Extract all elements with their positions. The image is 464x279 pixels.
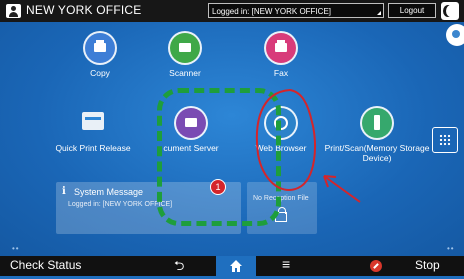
check-status-button[interactable]: Check Status [10,258,81,272]
home-button[interactable] [216,256,256,276]
stop-icon[interactable] [370,260,382,272]
top-bar: NEW YORK OFFICE Logged in: [NEW YORK OFF… [0,0,464,22]
app-scanner[interactable]: Scanner [130,33,240,78]
login-status-field[interactable]: Logged in: [NEW YORK OFFICE] [208,3,384,18]
scanner-icon [170,33,200,63]
corner-arrow-icon [377,11,381,15]
app-quick-print-release[interactable]: Quick Print Release [38,108,148,153]
login-status-text: Logged in: [NEW YORK OFFICE] [212,7,332,16]
page-indicator-right: •• [447,244,455,253]
app-fax[interactable]: Fax [226,33,336,78]
home-screen: Copy Scanner Fax Quick Print Release cum… [0,22,464,256]
system-message-title: System Message [74,187,144,197]
annotation-circle-arrow [255,88,361,203]
settings-shortcut-icon[interactable] [446,24,464,46]
office-name: NEW YORK OFFICE [26,3,142,17]
fax-icon [266,33,296,63]
menu-icon[interactable]: ≡ [282,256,290,272]
bottom-bar: Check Status ⮌ ≡ Stop [0,256,464,276]
app-list-button[interactable] [432,127,458,153]
usb-icon [362,108,392,138]
annotation-badge: 1 [210,179,226,195]
moon-icon[interactable] [441,2,459,20]
logout-button[interactable]: Logout [388,3,436,18]
home-icon [230,260,242,272]
grid-icon [439,134,451,146]
copy-icon [85,33,115,63]
print-release-icon [78,108,108,138]
user-icon [6,4,21,18]
page-indicator-left: •• [12,244,20,253]
app-label: Fax [273,68,289,78]
stop-button[interactable]: Stop [415,258,440,272]
info-icon: i [62,186,66,197]
app-label: Quick Print Release [55,143,131,153]
app-label: Scanner [169,68,201,78]
